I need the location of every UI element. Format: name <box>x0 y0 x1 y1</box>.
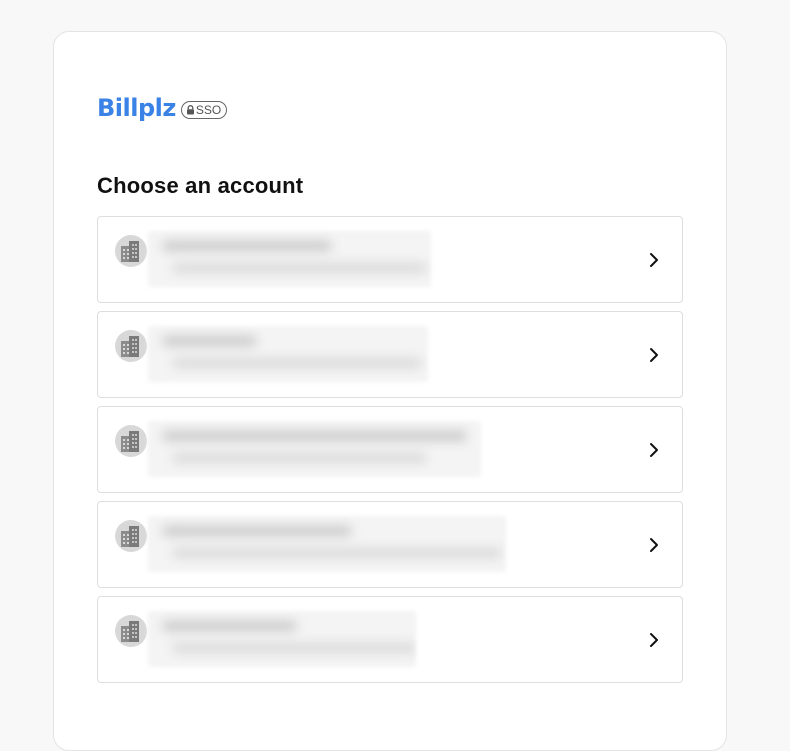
chevron-right-icon <box>650 348 658 362</box>
account-list-item[interactable] <box>97 501 683 588</box>
brand-header: Billplz SSO <box>97 94 228 122</box>
sso-badge-label: SSO <box>195 102 222 117</box>
account-avatar <box>115 330 147 362</box>
account-avatar <box>115 425 147 457</box>
account-list <box>97 216 683 691</box>
chevron-right-icon <box>650 443 658 457</box>
account-name <box>162 526 352 536</box>
account-list-item[interactable] <box>97 406 683 493</box>
account-subtitle <box>172 263 427 273</box>
redacted-account-details <box>148 231 431 287</box>
redacted-account-details <box>148 326 428 382</box>
redacted-account-details <box>148 516 506 572</box>
building-icon <box>121 241 139 262</box>
account-subtitle <box>172 358 422 368</box>
account-subtitle <box>172 548 502 558</box>
chevron-right-icon <box>650 538 658 552</box>
redacted-account-details <box>148 611 416 667</box>
account-name <box>162 336 257 346</box>
chevron-right-icon <box>650 633 658 647</box>
lock-icon <box>186 104 194 114</box>
account-list-item[interactable] <box>97 596 683 683</box>
building-icon <box>121 526 139 547</box>
account-subtitle <box>172 453 427 463</box>
account-subtitle <box>172 643 416 653</box>
account-name <box>162 431 467 441</box>
account-avatar <box>115 520 147 552</box>
account-name <box>162 621 297 631</box>
redacted-account-details <box>148 421 481 477</box>
building-icon <box>121 431 139 452</box>
account-avatar <box>115 235 147 267</box>
building-icon <box>121 621 139 642</box>
account-avatar <box>115 615 147 647</box>
page-title: Choose an account <box>97 173 304 198</box>
brand-logo: Billplz <box>97 94 176 122</box>
account-list-item[interactable] <box>97 311 683 398</box>
sso-badge: SSO <box>180 100 228 119</box>
chevron-right-icon <box>650 253 658 267</box>
account-list-item[interactable] <box>97 216 683 303</box>
account-chooser-card: Billplz SSO Choose an account <box>53 31 727 751</box>
building-icon <box>121 336 139 357</box>
account-name <box>162 241 332 251</box>
